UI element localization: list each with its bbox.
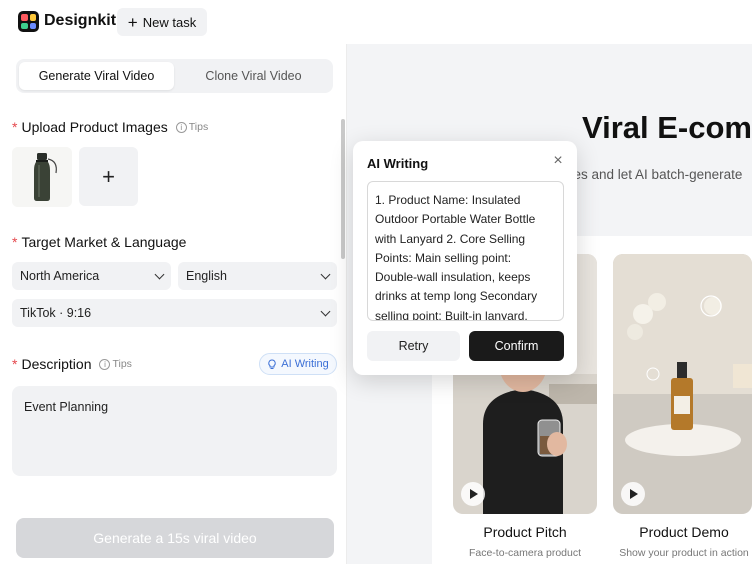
brand-name: Designkit bbox=[44, 12, 117, 29]
upload-tips[interactable]: i Tips bbox=[175, 121, 209, 133]
required-asterisk: * bbox=[12, 234, 18, 250]
region-value: North America bbox=[20, 269, 100, 283]
region-select[interactable]: North America bbox=[12, 262, 171, 290]
left-panel-scrollbar[interactable] bbox=[341, 119, 345, 259]
product-demo-subtitle: Show your product in action bbox=[619, 547, 749, 559]
designkit-logo-icon bbox=[18, 11, 39, 32]
upload-section-label: * Upload Product Images i Tips bbox=[12, 119, 208, 135]
ai-writing-label: AI Writing bbox=[281, 358, 329, 370]
water-bottle-image bbox=[12, 147, 72, 207]
confirm-button[interactable]: Confirm bbox=[469, 331, 564, 361]
product-thumbnail[interactable] bbox=[12, 147, 72, 207]
new-task-button[interactable]: + New task bbox=[117, 8, 207, 36]
top-bar: Designkit + New task bbox=[0, 0, 752, 44]
add-image-button[interactable]: + bbox=[79, 147, 138, 206]
retry-button[interactable]: Retry bbox=[367, 331, 460, 361]
platform-select[interactable]: TikTok · 9:16 bbox=[12, 299, 337, 327]
description-label-text: Description bbox=[21, 356, 92, 372]
play-icon[interactable] bbox=[621, 482, 645, 506]
chevron-down-icon bbox=[154, 269, 165, 280]
close-icon[interactable]: × bbox=[551, 153, 565, 169]
hero-title: Viral E-com bbox=[582, 110, 752, 145]
product-demo-thumbnail bbox=[613, 254, 752, 514]
description-textarea[interactable]: Event Planning bbox=[12, 386, 337, 476]
ai-writing-textarea[interactable]: 1. Product Name: Insulated Outdoor Porta… bbox=[367, 181, 564, 321]
description-section-label: * Description i Tips bbox=[12, 356, 132, 372]
tab-generate-viral-video[interactable]: Generate Viral Video bbox=[19, 62, 174, 90]
tips-label: Tips bbox=[188, 121, 209, 133]
product-demo-card-image[interactable] bbox=[613, 254, 752, 514]
product-pitch-title: Product Pitch bbox=[483, 524, 567, 540]
language-select[interactable]: English bbox=[178, 262, 337, 290]
required-asterisk: * bbox=[12, 119, 18, 135]
info-icon: i bbox=[175, 121, 187, 133]
new-task-label: New task bbox=[142, 14, 197, 30]
popup-title: AI Writing bbox=[367, 156, 429, 171]
ai-writing-button[interactable]: AI Writing bbox=[259, 353, 337, 375]
generate-video-button[interactable]: Generate a 15s viral video bbox=[16, 518, 334, 558]
lightbulb-icon bbox=[268, 358, 276, 369]
chevron-down-icon bbox=[320, 306, 331, 317]
product-pitch-subtitle: Face-to-camera product bbox=[468, 547, 582, 559]
product-demo-title: Product Demo bbox=[639, 524, 729, 540]
play-icon[interactable] bbox=[461, 482, 485, 506]
market-label-text: Target Market & Language bbox=[21, 234, 187, 250]
description-tips[interactable]: i Tips bbox=[99, 358, 132, 370]
upload-label-text: Upload Product Images bbox=[21, 119, 168, 135]
ai-writing-popup: AI Writing × 1. Product Name: Insulated … bbox=[353, 141, 577, 375]
info-icon: i bbox=[99, 358, 111, 370]
market-section-label: * Target Market & Language bbox=[12, 234, 186, 250]
tips-label: Tips bbox=[112, 358, 132, 370]
required-asterisk: * bbox=[12, 356, 18, 372]
hero-subtitle: ges and let AI batch-generate bbox=[566, 167, 743, 182]
language-value: English bbox=[186, 269, 227, 283]
chevron-down-icon bbox=[320, 269, 331, 280]
platform-value: TikTok · 9:16 bbox=[20, 306, 92, 320]
mode-tabs: Generate Viral Video Clone Viral Video bbox=[16, 59, 333, 93]
left-panel: Generate Viral Video Clone Viral Video *… bbox=[0, 44, 347, 564]
tab-clone-viral-video[interactable]: Clone Viral Video bbox=[176, 62, 331, 90]
plus-icon: + bbox=[127, 12, 138, 32]
